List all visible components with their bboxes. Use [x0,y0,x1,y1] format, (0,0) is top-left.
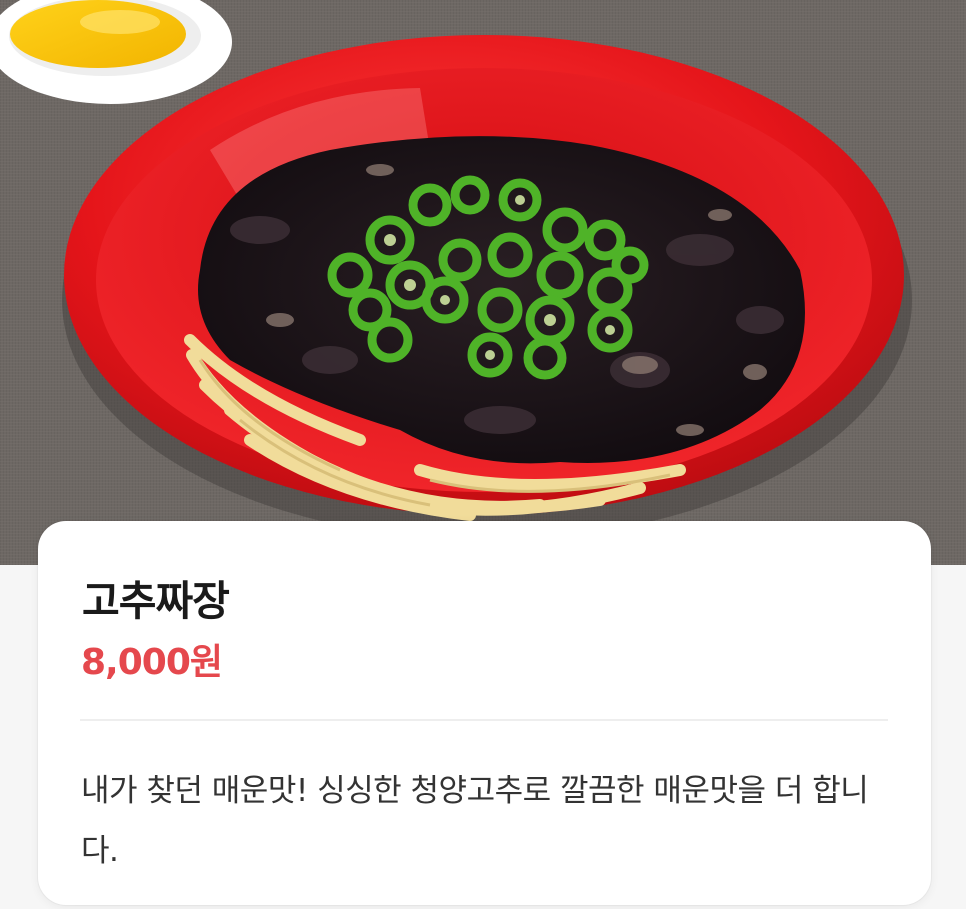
menu-detail-page: 고추짜장 8,000원 내가 찾던 매운맛! 싱싱한 청양고추로 깔끔한 매운맛… [0,0,966,909]
menu-title: 고추짜장 [82,577,230,625]
divider [80,719,888,721]
menu-description: 내가 찾던 매운맛! 싱싱한 청양고추로 깔끔한 매운맛을 더 합니다. [81,773,869,869]
menu-price: 8,000원 [81,642,223,683]
menu-info-card: 고추짜장 8,000원 내가 찾던 매운맛! 싱싱한 청양고추로 깔끔한 매운맛… [38,521,931,905]
product-image [0,0,966,565]
jjajang-photo [0,0,966,565]
